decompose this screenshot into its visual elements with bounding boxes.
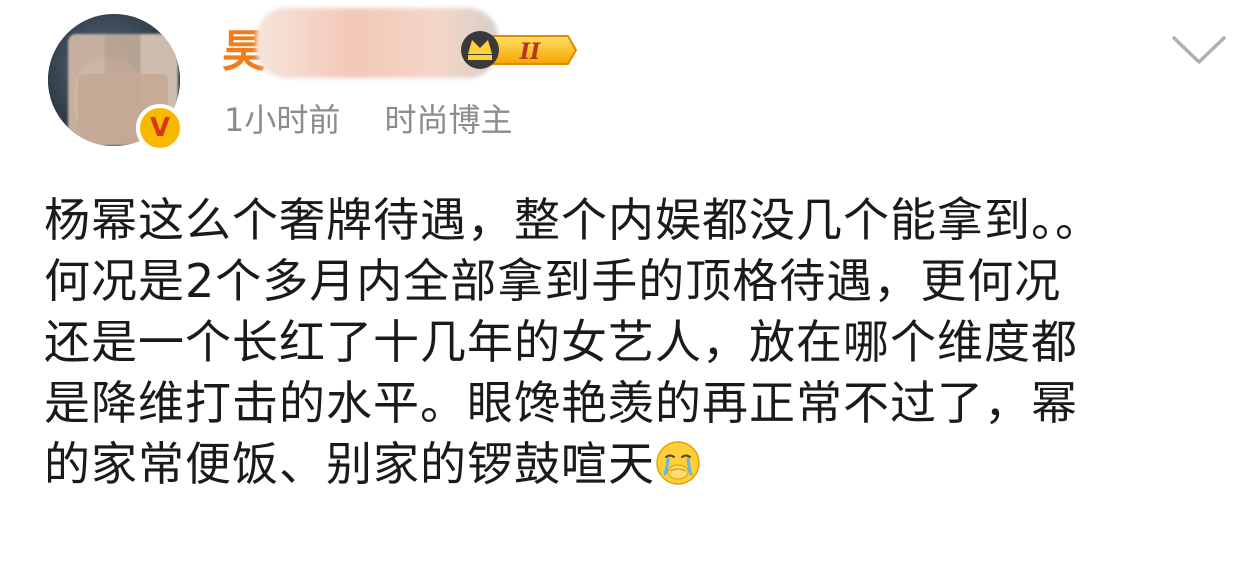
post-text-line-last: 的家常便饭、别家的锣鼓喧天 <box>44 434 1234 495</box>
post-content: 杨幂这么个奢牌待遇，整个内娱都没几个能拿到。。 何况是2个多月内全部拿到手的顶格… <box>44 190 1234 495</box>
post-text-line: 是降维打击的水平。眼馋艳羡的再正常不过了，幂 <box>44 376 1078 430</box>
chevron-down-icon[interactable] <box>1168 30 1230 70</box>
post-text-line: 何况是2个多月内全部拿到手的顶格待遇，更何况 <box>44 254 1062 308</box>
author-tag: 时尚博主 <box>384 101 513 139</box>
post-meta: 1小时前 时尚博主 <box>224 100 513 140</box>
post-text-line: 还是一个长红了十几年的女艺人，放在哪个维度都 <box>44 315 1078 369</box>
post-text-line: 杨幂这么个奢牌待遇，整个内娱都没几个能拿到。。 <box>44 193 1102 247</box>
username[interactable]: 昊 <box>222 8 498 82</box>
vip-label: II <box>519 39 541 65</box>
weibo-post: V 昊 II 1小时前 时尚博主 杨幂这么个奢牌待遇，整个内娱都没几个能拿到。。… <box>0 0 1260 566</box>
post-text-line: 的家常便饭、别家的锣鼓喧天 <box>44 437 655 491</box>
crying-face-emoji <box>656 441 700 485</box>
verified-v-icon: V <box>136 104 184 152</box>
vip-level-badge[interactable]: II <box>456 28 580 72</box>
post-time[interactable]: 1小时前 <box>224 101 340 139</box>
